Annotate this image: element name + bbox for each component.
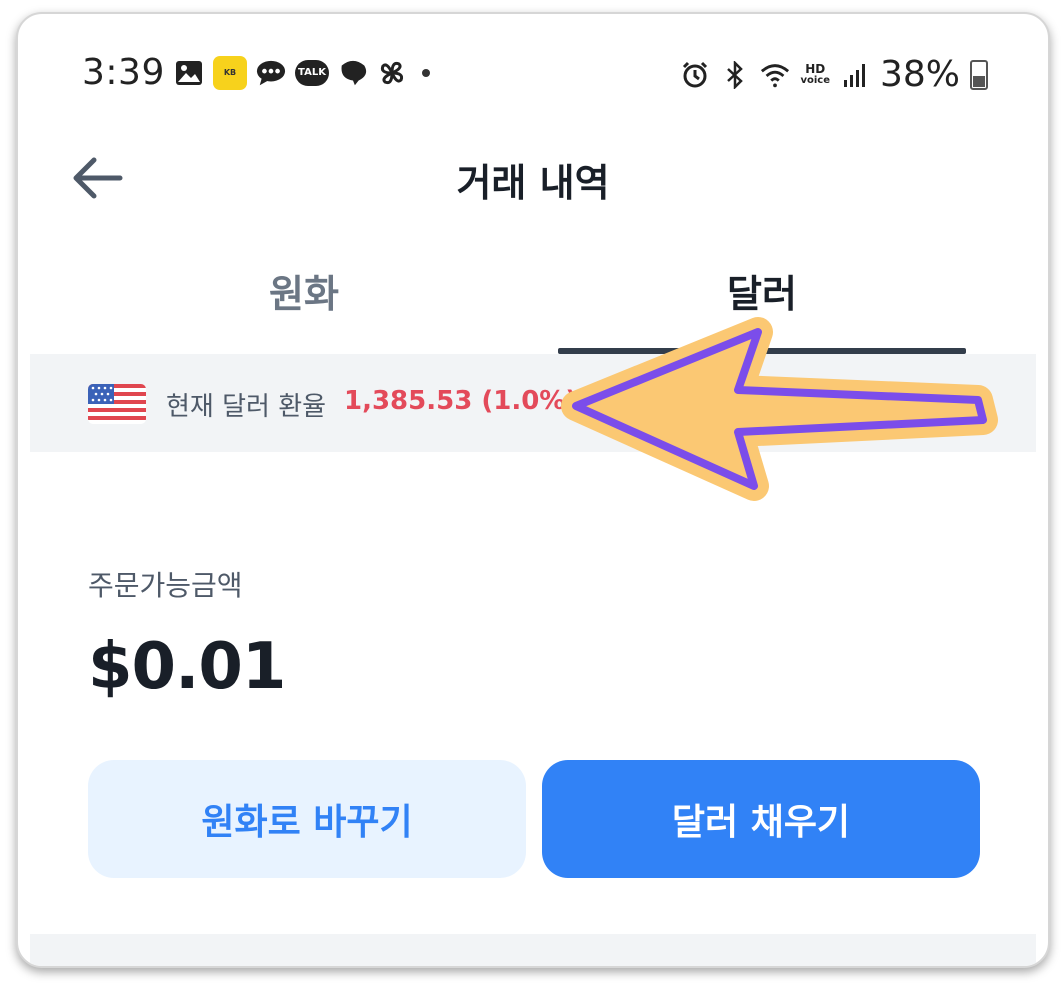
app-window: 3:39 KB TALK HD voice 38% 거래 내역 원화 달러 현재… [16, 12, 1050, 968]
orderable-amount-value: $0.01 [88, 630, 286, 704]
system-icons: HD voice 38% [680, 54, 988, 95]
battery-icon [970, 59, 988, 90]
chat-bubble-icon [338, 58, 368, 88]
convert-to-krw-button[interactable]: 원화로 바꾸기 [88, 760, 526, 878]
annotation-arrow-icon [561, 317, 998, 501]
orderable-amount-label: 주문가능금액 [88, 569, 243, 602]
status-time: 3:39 [82, 52, 165, 93]
kb-bank-icon: KB [213, 56, 247, 90]
hd-voice-icon: HD voice [800, 61, 830, 86]
section-divider [30, 934, 1036, 966]
battery-percent: 38% [879, 54, 960, 95]
more-notifications-dot [422, 69, 430, 77]
page-title: 거래 내역 [456, 161, 610, 205]
wifi-icon [760, 60, 790, 90]
signal-icon [840, 60, 870, 90]
pinwheel-icon [377, 58, 407, 88]
exchange-rate-label: 현재 달러 환율 [166, 392, 327, 422]
us-flag-icon [88, 384, 146, 424]
tab-krw[interactable]: 원화 [100, 254, 508, 354]
exchange-rate-value: 1,385.53 (1.0%) [344, 386, 578, 416]
gallery-icon [174, 58, 204, 88]
charge-dollars-button[interactable]: 달러 채우기 [542, 760, 980, 878]
app-header: 거래 내역 [18, 124, 1048, 224]
alarm-icon [680, 60, 710, 90]
bluetooth-icon [720, 60, 750, 90]
kakaotalk-icon: TALK [295, 60, 329, 86]
message-icon [256, 58, 286, 88]
notification-icons: KB TALK [174, 56, 430, 90]
status-bar: 3:39 KB TALK HD voice 38% [18, 14, 1048, 124]
